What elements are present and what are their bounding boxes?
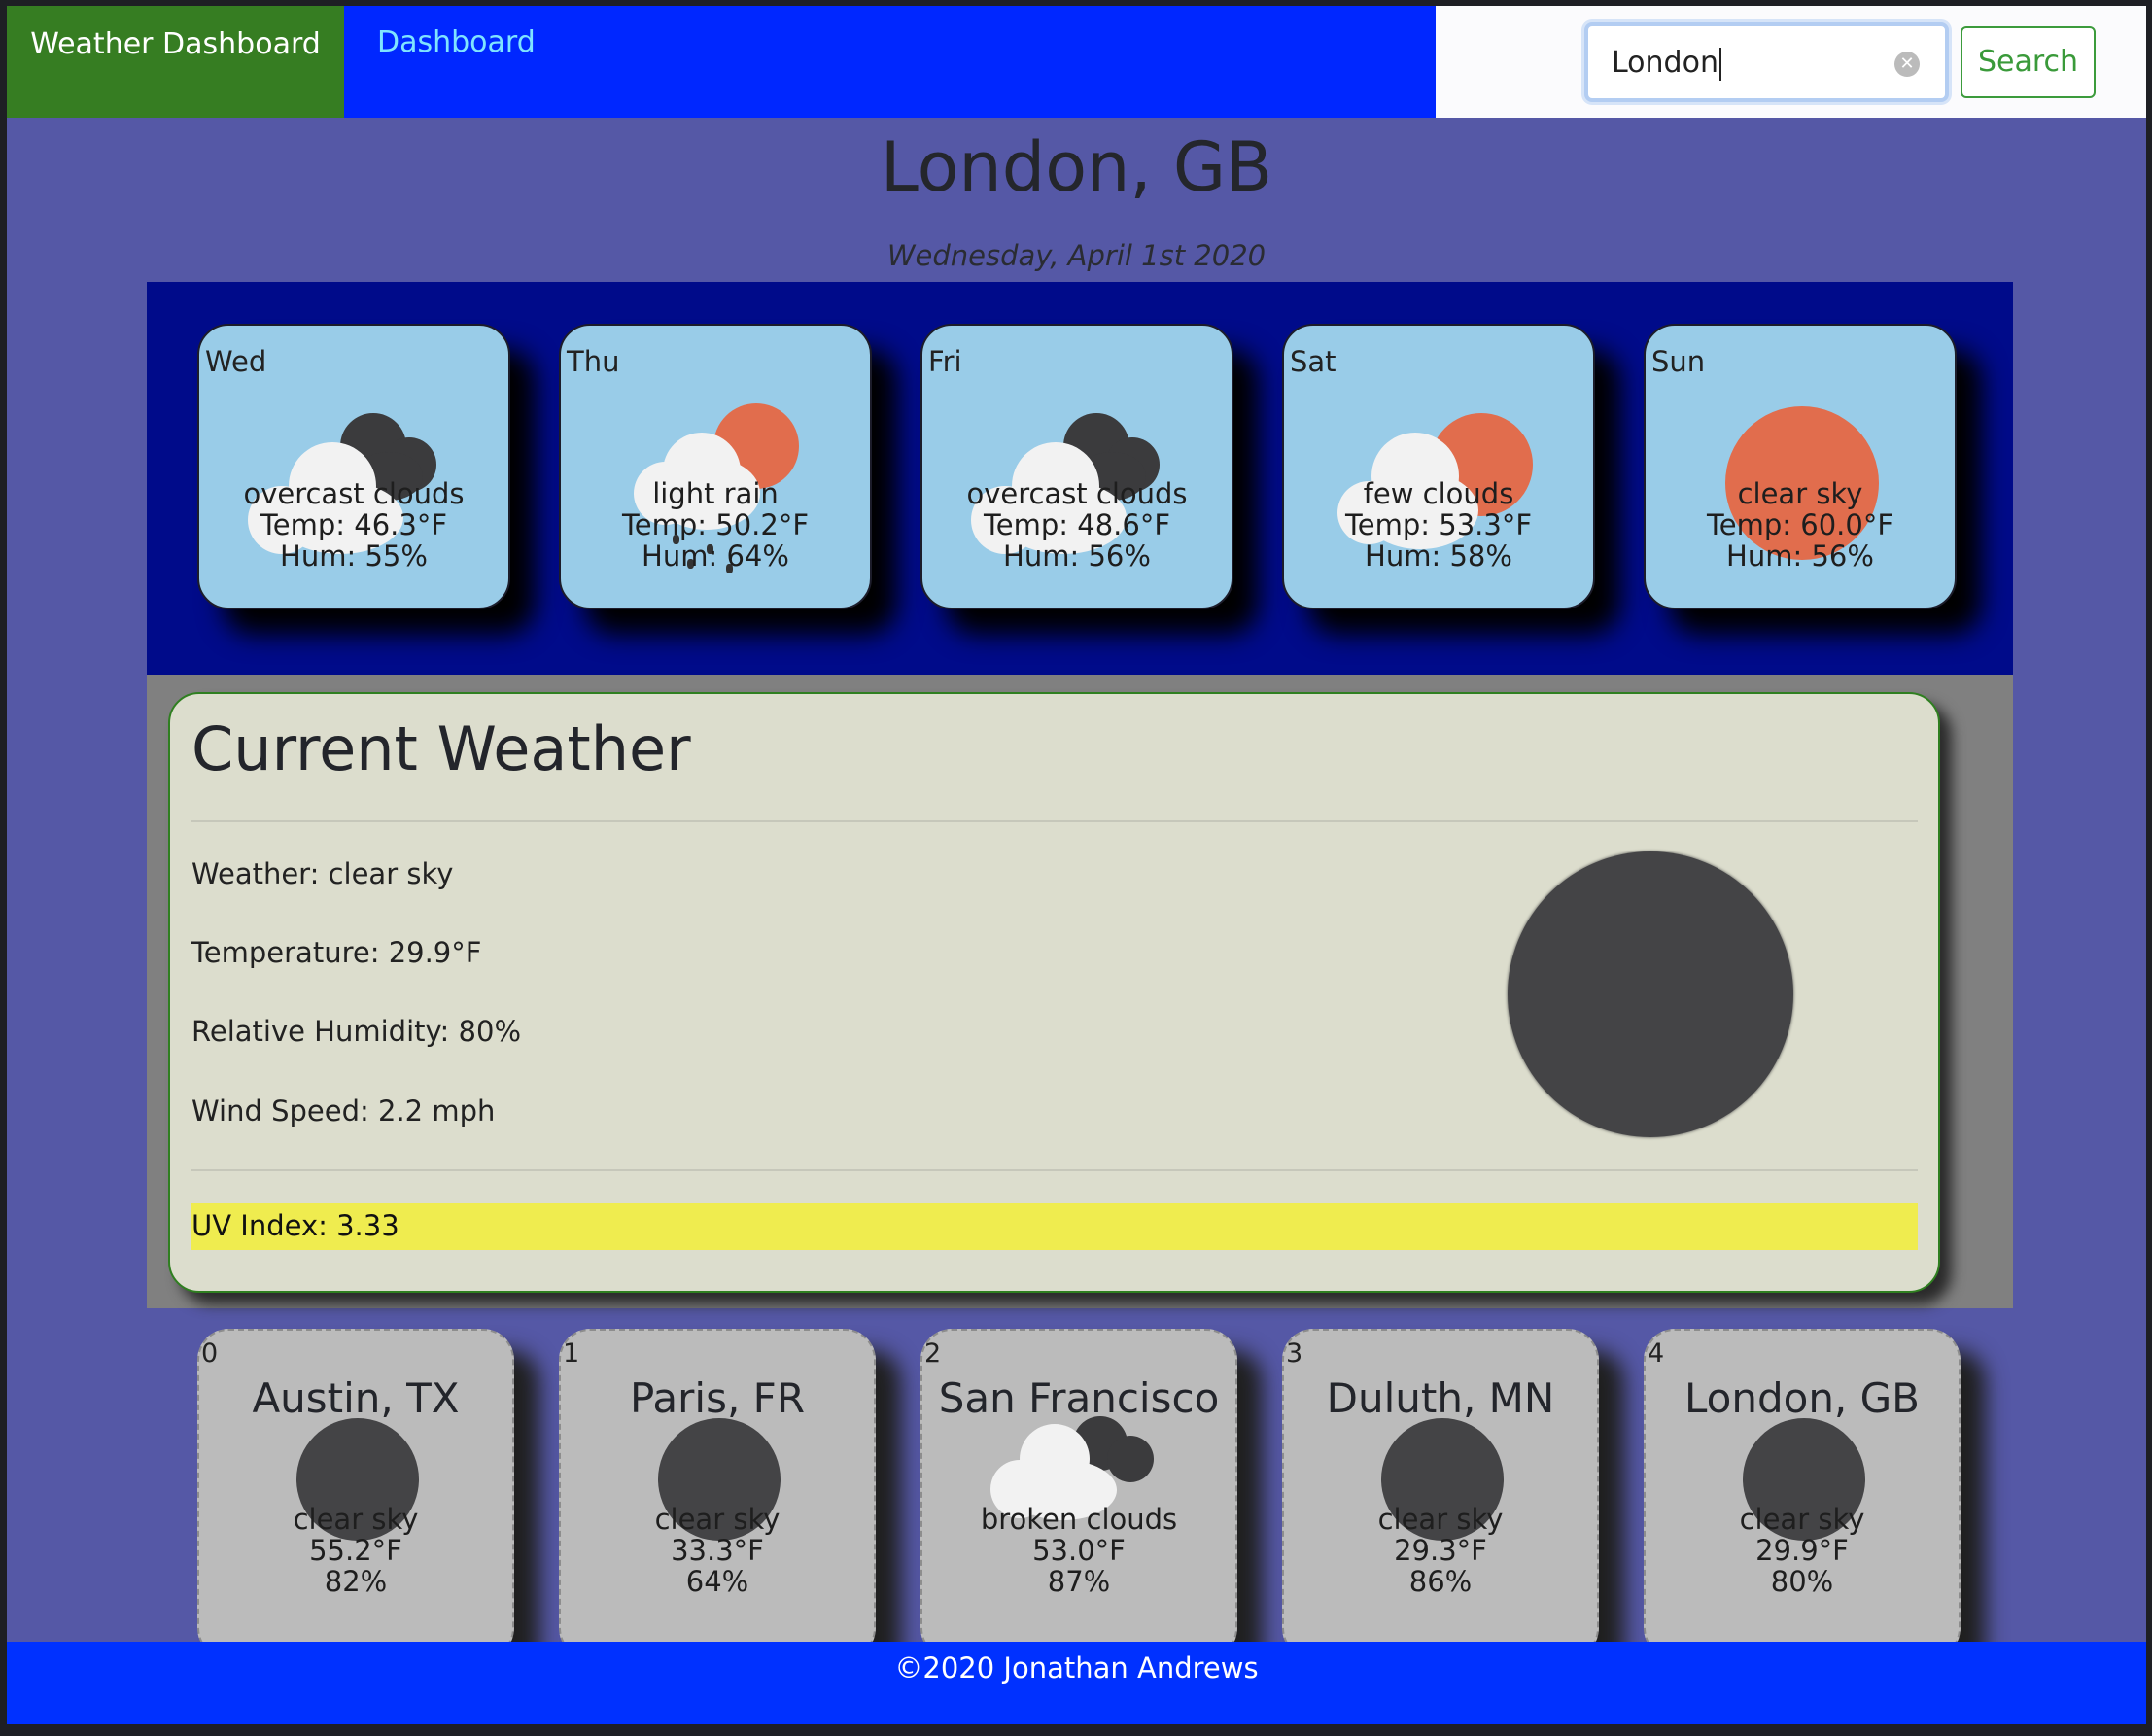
footer-copyright: ©2020 Jonathan Andrews: [894, 1651, 1259, 1684]
forecast-description: overcast clouds: [966, 477, 1188, 510]
search-input[interactable]: London ✕: [1584, 22, 1949, 102]
forecast-card: Sat few clouds Temp: 53.3°F Hum: 58%: [1282, 324, 1595, 609]
current-weather-title: Current Weather: [191, 713, 691, 784]
history-details: broken clouds 53.0°F 87%: [922, 1504, 1235, 1597]
history-city: San Francisco: [938, 1374, 1220, 1422]
history-index: 2: [924, 1338, 942, 1369]
text-caret: [1718, 47, 1721, 81]
forecast-card: Wed overcast clouds Temp: 46.3°F Hum: 55…: [197, 324, 510, 609]
forecast-day: Wed: [205, 345, 267, 378]
forecast-description: overcast clouds: [243, 477, 465, 510]
forecast-strip: Wed overcast clouds Temp: 46.3°F Hum: 55…: [147, 282, 2013, 675]
forecast-card: Fri overcast clouds Temp: 48.6°F Hum: 56…: [920, 324, 1233, 609]
divider: [191, 1169, 1918, 1171]
history-temp: 55.2°F: [309, 1534, 402, 1567]
current-humidity: Relative Humidity: 80%: [191, 1015, 521, 1048]
history-humidity: 80%: [1770, 1565, 1834, 1598]
page-title: London, GB: [880, 127, 1273, 207]
current-weather-card: Current Weather Weather: clear sky Tempe…: [168, 692, 1940, 1293]
nav-dashboard-link[interactable]: Dashboard: [377, 25, 536, 59]
forecast-humidity: Hum: 56%: [1726, 539, 1874, 573]
forecast-card: Thu light rain Temp: 50.2°F Hum: 64%: [559, 324, 872, 609]
history-description: clear sky: [1739, 1503, 1865, 1536]
history-description: clear sky: [654, 1503, 781, 1536]
forecast-temp: Temp: 53.3°F: [1344, 508, 1533, 541]
forecast-details: overcast clouds Temp: 48.6°F Hum: 56%: [922, 478, 1232, 572]
forecast-temp: Temp: 46.3°F: [260, 508, 448, 541]
history-temp: 29.3°F: [1394, 1534, 1487, 1567]
history-card[interactable]: 1 Paris, FR clear sky 33.3°F 64%: [559, 1329, 876, 1659]
history-index: 3: [1286, 1338, 1303, 1369]
history-city: Paris, FR: [629, 1374, 806, 1422]
history-index: 0: [201, 1338, 219, 1369]
history-card[interactable]: 3 Duluth, MN clear sky 29.3°F 86%: [1282, 1329, 1599, 1659]
forecast-card: Sun clear sky Temp: 60.0°F Hum: 56%: [1644, 324, 1957, 609]
history-temp: 29.9°F: [1755, 1534, 1849, 1567]
history-humidity: 64%: [685, 1565, 749, 1598]
history-details: clear sky 33.3°F 64%: [561, 1504, 874, 1597]
forecast-humidity: Hum: 56%: [1003, 539, 1151, 573]
current-temperature: Temperature: 29.9°F: [191, 936, 482, 969]
history-card[interactable]: 4 London, GB clear sky 29.9°F 80%: [1644, 1329, 1961, 1659]
forecast-details: overcast clouds Temp: 46.3°F Hum: 55%: [199, 478, 508, 572]
search-input-value: London: [1612, 46, 1721, 81]
history-description: clear sky: [293, 1503, 419, 1536]
clear-sky-night-icon: [1508, 851, 1793, 1137]
forecast-humidity: Hum: 58%: [1365, 539, 1512, 573]
forecast-description: clear sky: [1737, 477, 1863, 510]
history-details: clear sky 55.2°F 82%: [199, 1504, 512, 1597]
uv-index: UV Index: 3.33: [191, 1209, 399, 1242]
history-humidity: 82%: [324, 1565, 388, 1598]
history-temp: 33.3°F: [671, 1534, 764, 1567]
divider: [191, 820, 1918, 822]
history-city: Duluth, MN: [1326, 1374, 1555, 1422]
history-index: 1: [563, 1338, 580, 1369]
forecast-temp: Temp: 50.2°F: [621, 508, 810, 541]
current-date: Wednesday, April 1st 2020: [886, 239, 1267, 272]
history-details: clear sky 29.9°F 80%: [1646, 1504, 1959, 1597]
forecast-details: few clouds Temp: 53.3°F Hum: 58%: [1284, 478, 1593, 572]
current-weather-condition: Weather: clear sky: [191, 857, 454, 890]
uv-index-bar: UV Index: 3.33: [191, 1203, 1918, 1250]
history-description: clear sky: [1377, 1503, 1504, 1536]
forecast-description: few clouds: [1363, 477, 1514, 510]
current-weather-section: Current Weather Weather: clear sky Tempe…: [147, 675, 2013, 1308]
forecast-details: light rain Temp: 50.2°F Hum: 64%: [561, 478, 870, 572]
history-temp: 53.0°F: [1032, 1534, 1126, 1567]
history-index: 4: [1648, 1338, 1665, 1369]
current-wind-speed: Wind Speed: 2.2 mph: [191, 1094, 496, 1128]
forecast-description: light rain: [652, 477, 779, 510]
forecast-day: Sun: [1651, 345, 1706, 378]
forecast-humidity: Hum: 64%: [642, 539, 789, 573]
history-humidity: 86%: [1408, 1565, 1473, 1598]
forecast-humidity: Hum: 55%: [280, 539, 428, 573]
history-city: Austin, TX: [252, 1374, 460, 1422]
footer: ©2020 Jonathan Andrews: [7, 1642, 2146, 1724]
history-humidity: 87%: [1047, 1565, 1111, 1598]
forecast-day: Fri: [928, 345, 962, 378]
navbar: Weather Dashboard Dashboard London ✕ Sea…: [7, 6, 2146, 118]
forecast-day: Thu: [567, 345, 620, 378]
history-city: London, GB: [1683, 1374, 1920, 1422]
history-details: clear sky 29.3°F 86%: [1284, 1504, 1597, 1597]
forecast-details: clear sky Temp: 60.0°F Hum: 56%: [1646, 478, 1955, 572]
clear-search-icon[interactable]: ✕: [1894, 52, 1920, 77]
history-card[interactable]: 0 Austin, TX clear sky 55.2°F 82%: [197, 1329, 514, 1659]
forecast-temp: Temp: 48.6°F: [983, 508, 1171, 541]
history-card[interactable]: 2 San Francisco broken clouds 53.0°F 87%: [920, 1329, 1237, 1659]
forecast-day: Sat: [1290, 345, 1336, 378]
search-area: London ✕ Search: [1436, 6, 2146, 118]
brand-link[interactable]: Weather Dashboard: [7, 6, 344, 118]
search-button[interactable]: Search: [1961, 26, 2096, 98]
forecast-temp: Temp: 60.0°F: [1706, 508, 1894, 541]
history-description: broken clouds: [980, 1503, 1178, 1536]
app-window: Weather Dashboard Dashboard London ✕ Sea…: [7, 6, 2146, 1724]
